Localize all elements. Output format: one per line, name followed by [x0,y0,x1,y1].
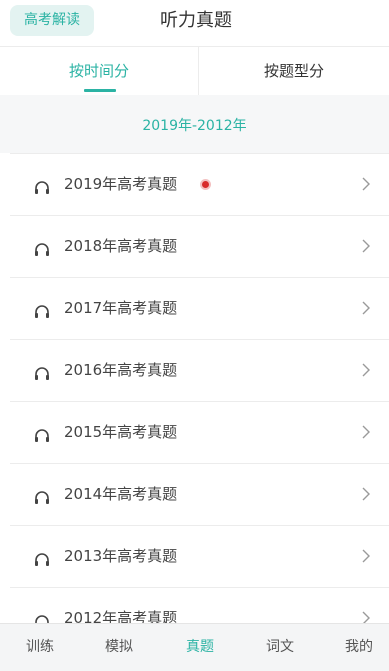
tabbar-item-mock[interactable]: 模拟 [91,624,147,671]
headphones-icon [35,305,49,318]
list-item[interactable]: 2013年高考真题 [10,525,389,587]
list-item[interactable]: 2017年高考真题 [10,277,389,339]
headphones-icon [35,429,49,442]
tab-bar: 按时间分 按题型分 [0,46,389,96]
chevron-right-icon [362,363,370,377]
list-item[interactable]: 2015年高考真题 [10,401,389,463]
headphones-icon [35,367,49,380]
tabbar-item-mine[interactable]: 我的 [331,624,387,671]
tab-by-time[interactable]: 按时间分 [0,47,198,95]
header: 高考解读 听力真题 [0,0,389,44]
chevron-right-icon [362,425,370,439]
tabbar-item-train[interactable]: 训练 [12,624,68,671]
bottom-tab-bar: 训练 模拟 真题 词文 我的 [0,623,389,671]
headphones-icon [35,243,49,256]
list-item-label: 2014年高考真题 [64,485,178,503]
tabbar-item-real-exams[interactable]: 真题 [172,624,228,671]
exam-list: 2019年高考真题 2018年高考真题 2017年高考真题 2016年高考真题 … [0,153,389,649]
list-item-label: 2019年高考真题 [64,175,178,193]
list-item-label: 2013年高考真题 [64,547,178,565]
list-item-label: 2016年高考真题 [64,361,178,379]
chevron-right-icon [362,177,370,191]
tabbar-item-words[interactable]: 词文 [252,624,308,671]
list-item[interactable]: 2016年高考真题 [10,339,389,401]
header-badge[interactable]: 高考解读 [10,5,94,36]
chevron-right-icon [362,487,370,501]
section-title: 2019年-2012年 [142,118,247,134]
chevron-right-icon [362,549,370,563]
headphones-icon [35,491,49,504]
chevron-right-icon [362,301,370,315]
list-item-label: 2018年高考真题 [64,237,178,255]
list-item-label: 2017年高考真题 [64,299,178,317]
headphones-icon [35,181,49,194]
list-item-label: 2015年高考真题 [64,423,178,441]
list-item[interactable]: 2014年高考真题 [10,463,389,525]
headphones-icon [35,553,49,566]
chevron-right-icon [362,239,370,253]
active-tab-indicator [84,89,116,92]
page-title: 听力真题 [160,10,232,31]
list-item[interactable]: 2019年高考真题 [10,153,389,215]
list-item[interactable]: 2018年高考真题 [10,215,389,277]
new-indicator-dot [202,181,209,188]
tab-by-type[interactable]: 按题型分 [199,47,389,95]
